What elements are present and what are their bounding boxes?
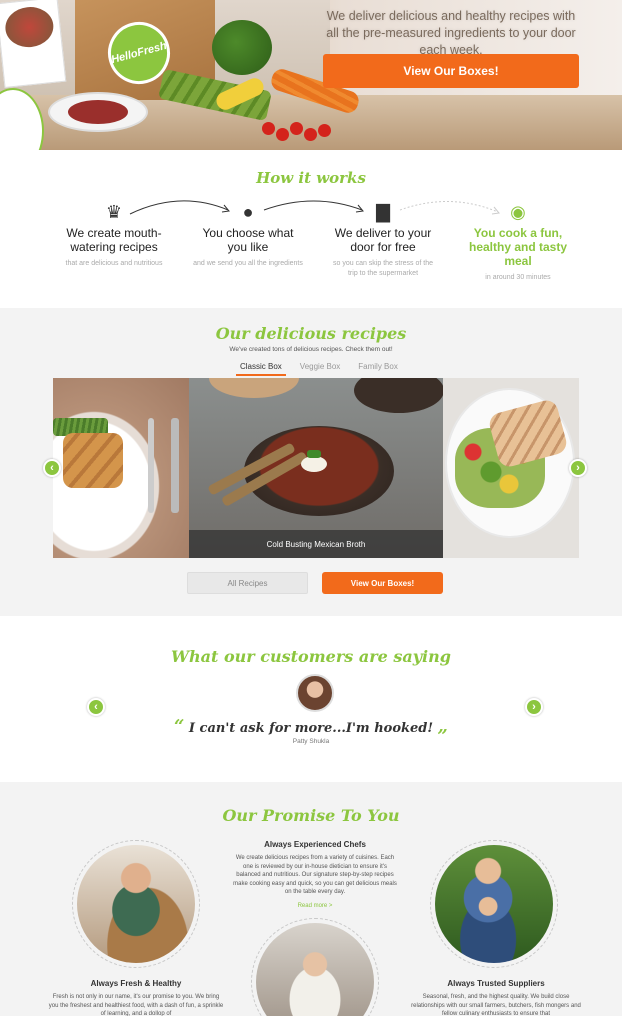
open-quote-icon: “ [174, 716, 185, 737]
avatar [296, 674, 334, 712]
promise-item: Always Fresh & Healthy Fresh is not only… [48, 979, 224, 1016]
step-subtitle: so you can skip the stress of the trip t… [333, 260, 433, 277]
step-title: You choose what you like [202, 226, 294, 254]
how-it-works-title: How it works [256, 169, 366, 187]
how-step: ▇ We deliver to your door for free so yo… [328, 200, 438, 279]
step-title: You cook a fun, healthy and tasty meal [468, 226, 568, 268]
delivery-truck-icon: ▇ [376, 202, 390, 222]
all-recipes-button[interactable]: All Recipes [187, 572, 308, 594]
testimonial-author: Patty Shukla [292, 738, 330, 745]
how-step: ◉ You cook a fun, healthy and tasty meal… [463, 200, 573, 283]
tomato-image [276, 128, 289, 141]
recipe-tabs: Classic Box Veggie Box Family Box [236, 361, 402, 376]
plate-cutlery-icon: ◉ [510, 202, 526, 222]
tomato-image [304, 128, 317, 141]
quote-text: I can't ask for more...I'm hooked! [188, 721, 434, 736]
view-boxes-button[interactable]: View Our Boxes! [322, 572, 443, 594]
hero-banner: HelloFresh We deliver delicious and heal… [0, 0, 622, 150]
recipe-carousel: Cold Busting Mexican Broth [53, 378, 579, 558]
broccoli-image [212, 20, 272, 75]
chef-hat-icon: ♛ [105, 202, 123, 222]
hero-tagline: We deliver delicious and healthy recipes… [326, 9, 576, 57]
testimonial-quote: “ I can't ask for more...I'm hooked! „ [0, 716, 622, 737]
step-title: We deliver to your door for free [334, 226, 432, 254]
carousel-prev-button[interactable]: ‹ [43, 459, 61, 477]
testimonial-prev-button[interactable]: ‹ [87, 698, 105, 716]
tomato-image [318, 124, 331, 137]
promise-body: Fresh is not only in our name, it's our … [48, 994, 224, 1016]
promise-heading: Always Fresh & Healthy [90, 979, 182, 988]
step-subtitle: in around 30 minutes [485, 274, 551, 281]
tomato-image [262, 122, 275, 135]
recipe-slide-image[interactable] [443, 378, 579, 558]
step-title: We create mouth-watering recipes [66, 226, 162, 254]
promise-item: Always Trusted Suppliers Seasonal, fresh… [408, 979, 584, 1016]
recipes-title: Our delicious recipes [215, 324, 407, 343]
testimonial-next-button[interactable]: › [525, 698, 543, 716]
promise-section: Our Promise To You Always Experienced Ch… [0, 782, 622, 1016]
tomato-image [290, 122, 303, 135]
tomato-icon: ● [242, 202, 254, 222]
recipes-subtitle: We've created tons of delicious recipes.… [229, 346, 393, 353]
how-step: ♛ We create mouth-watering recipes that … [58, 200, 170, 269]
recipe-caption: Cold Busting Mexican Broth [189, 530, 443, 558]
step-subtitle: and we send you all the ingredients [193, 260, 303, 267]
close-quote-icon: „ [437, 716, 448, 737]
chef-photo [72, 840, 200, 968]
promise-title: Our Promise To You [222, 806, 400, 825]
promise-body: Seasonal, fresh, and the highest quality… [411, 994, 581, 1016]
recipe-card-image [0, 0, 67, 89]
view-boxes-button[interactable]: View Our Boxes! [323, 54, 579, 88]
tab-family-box[interactable]: Family Box [354, 361, 402, 376]
farmer-photo [430, 840, 558, 968]
recipe-slide-image[interactable]: Cold Busting Mexican Broth [189, 378, 444, 558]
testimonial-title: What our customers are saying [171, 647, 451, 666]
how-it-works-section: How it works ♛ We create mouth-watering … [0, 150, 622, 308]
promise-body: We create delicious recipes from a varie… [233, 855, 397, 895]
step-subtitle: that are delicious and nutritious [65, 260, 163, 267]
steak-image [68, 100, 128, 124]
how-step: ● You choose what you like and we send y… [193, 200, 303, 269]
recipes-section: Our delicious recipes We've created tons… [0, 308, 622, 616]
read-more-link[interactable]: Read more > [232, 903, 398, 909]
promise-heading: Always Trusted Suppliers [447, 979, 545, 988]
recipe-slide-image[interactable] [53, 378, 189, 558]
tab-veggie-box[interactable]: Veggie Box [296, 361, 344, 376]
tab-classic-box[interactable]: Classic Box [236, 361, 286, 376]
testimonial-section: What our customers are saying “ I can't … [0, 616, 622, 782]
carousel-next-button[interactable]: › [569, 459, 587, 477]
promise-item: Always Experienced Chefs We create delic… [232, 840, 398, 909]
cook-photo [251, 918, 379, 1016]
promise-heading: Always Experienced Chefs [264, 840, 366, 849]
